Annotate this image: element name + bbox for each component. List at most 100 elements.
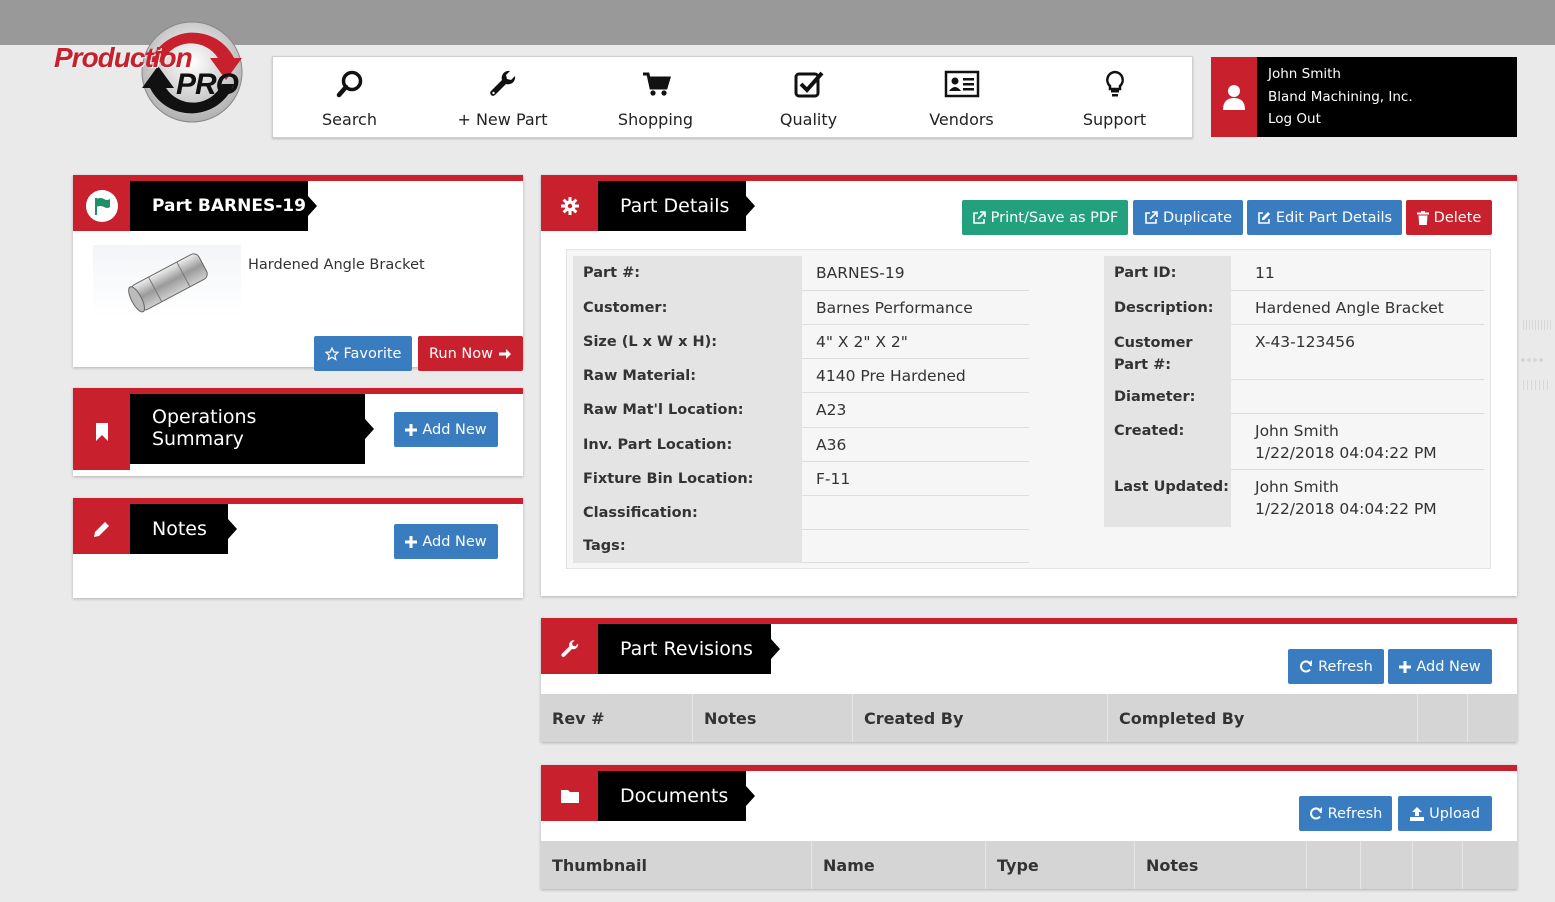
star-icon <box>324 346 339 361</box>
user-name: John Smith <box>1268 66 1341 82</box>
notes-add-new-button[interactable]: Add New <box>394 524 498 559</box>
logo-word-pro: PRO <box>176 68 239 101</box>
column-header-thumbnail[interactable]: Thumbnail <box>541 841 812 889</box>
edit-part-details-button[interactable]: Edit Part Details <box>1247 200 1402 235</box>
plus-icon <box>1399 660 1412 673</box>
column-header-action <box>1418 694 1468 742</box>
notes-add-label: Add New <box>422 533 487 550</box>
part-flag-tab <box>73 181 130 231</box>
vendor-card-icon <box>944 70 979 98</box>
revisions-add-label: Add New <box>1416 658 1481 675</box>
nav-support[interactable]: Support <box>1038 57 1191 139</box>
column-header-notes[interactable]: Notes <box>1135 841 1307 889</box>
nav-new-part[interactable]: + New Part <box>426 57 579 139</box>
detail-label: Customer: <box>573 291 802 325</box>
edit-part-details-label: Edit Part Details <box>1275 209 1393 226</box>
detail-label: Classification: <box>573 496 802 530</box>
revisions-title: Part Revisions <box>598 624 780 674</box>
logout-link[interactable]: Log Out <box>1268 111 1321 127</box>
operations-title: Operations Summary <box>130 394 374 464</box>
flag-icon <box>85 190 118 222</box>
part-revisions-panel: Part Revisions Refresh Add New Rev # Not… <box>541 618 1517 742</box>
upload-label: Upload <box>1429 805 1480 822</box>
wrench-icon <box>489 70 515 96</box>
created-by: John Smith <box>1255 422 1339 440</box>
operations-add-new-button[interactable]: Add New <box>394 412 498 447</box>
column-header-action <box>1468 694 1517 742</box>
detail-value: 4" X 2" X 2" <box>816 333 908 351</box>
notes-tab <box>73 504 130 554</box>
delete-button[interactable]: Delete <box>1406 200 1492 235</box>
detail-label: Raw Material: <box>573 359 802 393</box>
detail-label: Size (L x W x H): <box>573 325 802 359</box>
nav-vendors-label: Vendors <box>929 110 994 129</box>
part-details-table: Part #: BARNES-19 Customer: Barnes Perfo… <box>566 249 1491 569</box>
detail-label: Part #: <box>573 256 802 291</box>
detail-label: Inv. Part Location: <box>573 428 802 462</box>
user-icon-tab <box>1211 57 1257 137</box>
updated-by: John Smith <box>1255 478 1339 496</box>
part-description: Hardened Angle Bracket <box>248 257 425 273</box>
detail-label-line: Customer <box>1114 335 1193 351</box>
duplicate-button[interactable]: Duplicate <box>1133 200 1243 235</box>
trash-icon <box>1416 210 1429 225</box>
detail-label: Raw Mat'l Location: <box>573 393 802 428</box>
print-pdf-button[interactable]: Print/Save as PDF <box>962 200 1128 235</box>
checkbox-icon <box>794 71 823 98</box>
revisions-refresh-button[interactable]: Refresh <box>1288 649 1384 684</box>
favorite-button[interactable]: Favorite <box>314 336 412 371</box>
part-cylinder-image <box>128 253 208 313</box>
nav-search[interactable]: Search <box>273 57 426 139</box>
run-now-button[interactable]: Run Now <box>418 336 523 371</box>
column-header-completed-by[interactable]: Completed By <box>1108 694 1418 742</box>
operations-tab <box>73 394 130 470</box>
notes-title: Notes <box>130 504 237 554</box>
upload-button[interactable]: Upload <box>1398 796 1492 831</box>
revisions-add-new-button[interactable]: Add New <box>1388 649 1492 684</box>
delete-label: Delete <box>1433 209 1482 226</box>
detail-label: Customer Part #: <box>1104 325 1231 380</box>
detail-row-description: Description: Hardened Angle Bracket <box>1104 291 1484 325</box>
wrench-icon <box>560 640 578 657</box>
detail-row-diameter: Diameter: <box>1104 380 1484 414</box>
detail-row-classification: Classification: <box>573 496 1029 530</box>
details-title: Part Details <box>598 181 755 231</box>
edit-icon <box>1258 211 1270 224</box>
nav-quality[interactable]: Quality <box>732 57 885 139</box>
detail-row-part-number: Part #: BARNES-19 <box>573 256 1029 291</box>
operations-title-line1: Operations <box>152 406 257 428</box>
duplicate-label: Duplicate <box>1162 209 1233 226</box>
nav-vendors[interactable]: Vendors <box>885 57 1038 139</box>
plus-icon <box>405 423 418 436</box>
nav-shopping[interactable]: Shopping <box>579 57 732 139</box>
detail-row-inv-part-location: Inv. Part Location: A36 <box>573 428 1029 462</box>
part-thumbnail[interactable] <box>93 245 241 319</box>
nav-new-part-label: + New Part <box>457 110 548 129</box>
nav-support-label: Support <box>1082 110 1147 129</box>
part-summary-panel: Part BARNES-19 Hardened Angle Bracket Fa… <box>73 175 523 371</box>
column-header-created-by[interactable]: Created By <box>853 694 1108 742</box>
detail-row-raw-mat-location: Raw Mat'l Location: A23 <box>573 393 1029 428</box>
detail-row-last-updated: Last Updated: John Smith 1/22/2018 04:04… <box>1104 470 1484 527</box>
documents-refresh-button[interactable]: Refresh <box>1299 796 1392 831</box>
cart-icon <box>642 72 671 96</box>
column-header-name[interactable]: Name <box>812 841 986 889</box>
detail-value: Hardened Angle Bracket <box>1255 299 1444 317</box>
background-decoration <box>1519 260 1555 400</box>
detail-value: John Smith 1/22/2018 04:04:22 PM <box>1241 476 1437 520</box>
documents-tab <box>541 771 598 821</box>
plus-icon <box>405 535 418 548</box>
column-header-action <box>1413 841 1463 889</box>
detail-label: Tags: <box>573 530 802 563</box>
detail-value: X-43-123456 <box>1255 333 1355 351</box>
column-header-notes[interactable]: Notes <box>693 694 853 742</box>
user-company: Bland Machining, Inc. <box>1268 89 1413 105</box>
operations-add-label: Add New <box>422 421 487 438</box>
favorite-label: Favorite <box>343 345 402 362</box>
production-pro-logo[interactable]: Production PRO <box>50 18 250 124</box>
detail-row-fixture-bin: Fixture Bin Location: F-11 <box>573 462 1029 496</box>
column-header-type[interactable]: Type <box>986 841 1135 889</box>
part-title: Part BARNES-19 <box>130 181 317 231</box>
detail-value: F-11 <box>816 470 851 488</box>
column-header-rev[interactable]: Rev # <box>541 694 693 742</box>
